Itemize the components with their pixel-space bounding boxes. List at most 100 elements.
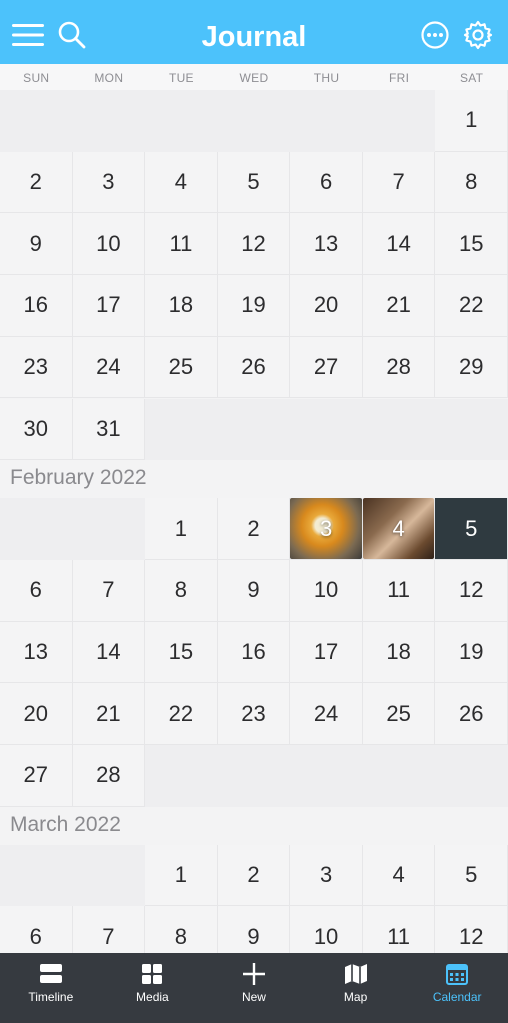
calendar-day[interactable]: 11	[145, 213, 218, 276]
calendar-day[interactable]: 7	[72, 906, 146, 953]
day-number: 3	[319, 862, 333, 888]
calendar-day[interactable]: 13	[290, 213, 363, 276]
day-number: 25	[168, 354, 194, 380]
calendar-day[interactable]: 19	[217, 275, 291, 337]
calendar-day[interactable]: 4	[362, 844, 436, 907]
calendar-grid: 1 2 3 4 5 6 7 8 9 10 11 12 13 14 15 16 17 18 19 20 21 22 23 24 2…	[0, 90, 508, 953]
calendar-day[interactable]: 5	[435, 844, 508, 907]
calendar-day[interactable]: 12	[435, 559, 508, 622]
calendar-day[interactable]: 25	[145, 336, 218, 399]
tab-map[interactable]: Map	[305, 953, 407, 1023]
calendar-day[interactable]: 15	[145, 621, 218, 684]
calendar-day[interactable]: 6	[0, 906, 73, 953]
tab-new[interactable]: New	[203, 953, 305, 1023]
day-number: 9	[247, 577, 260, 603]
calendar-day[interactable]: 2	[217, 498, 291, 560]
calendar-day[interactable]: 19	[435, 621, 508, 684]
day-number: 24	[313, 700, 339, 726]
calendar-empty-cell	[72, 498, 146, 560]
tab-label: Timeline	[28, 990, 74, 1004]
calendar-day[interactable]: 23	[217, 683, 291, 745]
calendar-day[interactable]: 9	[217, 906, 291, 953]
calendar-day-selected[interactable]: 5	[435, 498, 508, 560]
calendar-day[interactable]: 21	[362, 275, 436, 337]
calendar-day[interactable]: 10	[72, 213, 146, 276]
calendar-day[interactable]: 27	[290, 336, 363, 399]
calendar-day[interactable]: 23	[0, 336, 73, 399]
day-number: 20	[23, 700, 49, 726]
calendar-day[interactable]: 8	[145, 559, 218, 622]
calendar-day[interactable]: 2	[217, 844, 291, 907]
day-number: 11	[387, 923, 411, 949]
calendar-day-with-photo[interactable]: 4	[362, 498, 436, 560]
day-number: 28	[96, 762, 121, 788]
calendar-day[interactable]: 21	[72, 683, 146, 745]
calendar-day[interactable]: 20	[0, 683, 73, 745]
day-number: 24	[96, 354, 121, 380]
tab-media[interactable]: Media	[102, 953, 204, 1023]
calendar-day[interactable]: 7	[362, 151, 436, 214]
calendar-day[interactable]: 2	[0, 151, 73, 214]
tab-calendar[interactable]: Calendar	[406, 953, 508, 1023]
calendar-day[interactable]: 24	[72, 336, 146, 399]
calendar-day[interactable]: 10	[290, 906, 363, 953]
settings-icon[interactable]	[460, 17, 496, 53]
calendar-day[interactable]: 31	[72, 398, 146, 461]
calendar-day[interactable]: 12	[435, 906, 508, 953]
calendar-day[interactable]: 29	[435, 336, 508, 399]
day-number: 10	[96, 230, 121, 256]
calendar-day[interactable]: 13	[0, 621, 73, 684]
calendar-day[interactable]: 8	[435, 151, 508, 214]
calendar-day[interactable]: 22	[145, 683, 218, 745]
calendar-day[interactable]: 12	[217, 213, 291, 276]
calendar-day[interactable]: 10	[290, 559, 363, 622]
calendar-day[interactable]: 6	[290, 151, 363, 214]
calendar-day[interactable]: 16	[217, 621, 291, 684]
calendar-day[interactable]: 1	[435, 90, 508, 152]
calendar-day[interactable]: 26	[435, 683, 508, 745]
calendar-day[interactable]: 1	[145, 844, 218, 907]
calendar-empty-cell	[290, 398, 363, 461]
calendar-day[interactable]: 27	[0, 745, 73, 807]
more-icon[interactable]	[417, 17, 453, 53]
calendar-day[interactable]: 22	[435, 275, 508, 337]
calendar-day[interactable]: 14	[72, 621, 146, 684]
calendar-day[interactable]: 9	[0, 213, 73, 276]
calendar-day[interactable]: 8	[145, 906, 218, 953]
day-number: 14	[386, 230, 411, 256]
calendar-day[interactable]: 3	[290, 844, 363, 907]
calendar-day[interactable]: 7	[72, 559, 146, 622]
calendar-day[interactable]: 25	[362, 683, 436, 745]
calendar-day[interactable]: 5	[217, 151, 291, 214]
calendar-day[interactable]: 11	[362, 559, 436, 622]
calendar-day[interactable]: 11	[362, 906, 436, 953]
day-number: 9	[247, 923, 260, 949]
tab-timeline[interactable]: Timeline	[0, 953, 102, 1023]
calendar-day[interactable]: 15	[435, 213, 508, 276]
calendar-day[interactable]: 14	[362, 213, 436, 276]
calendar-day[interactable]: 20	[290, 275, 363, 337]
calendar-day[interactable]: 6	[0, 559, 73, 622]
calendar-day[interactable]: 9	[217, 559, 291, 622]
calendar-day[interactable]: 18	[145, 275, 218, 337]
calendar-day[interactable]: 16	[0, 275, 73, 337]
day-number: 1	[465, 107, 478, 133]
calendar-day[interactable]: 30	[0, 398, 73, 461]
calendar-day[interactable]: 17	[290, 621, 363, 684]
media-grid-icon	[141, 962, 163, 986]
calendar-day-with-photo[interactable]: 3	[290, 498, 363, 560]
calendar-day[interactable]: 18	[362, 621, 436, 684]
calendar-day[interactable]: 26	[217, 336, 291, 399]
day-number: 29	[458, 354, 484, 380]
day-number: 31	[96, 415, 121, 441]
calendar-day[interactable]: 28	[72, 745, 146, 807]
calendar-day[interactable]: 3	[72, 151, 146, 214]
calendar-day[interactable]: 17	[72, 275, 146, 337]
day-number: 17	[313, 638, 339, 664]
tab-bar: Timeline Media New Map Calendar	[0, 953, 508, 1023]
calendar-day[interactable]: 28	[362, 336, 436, 399]
calendar-scroll[interactable]: 1 2 3 4 5 6 7 8 9 10 11 12 13 14 15 16 17 18 19 20 21 22 23 24 2…	[0, 90, 508, 953]
calendar-day[interactable]: 4	[145, 151, 218, 214]
calendar-day[interactable]: 1	[145, 498, 218, 560]
calendar-day[interactable]: 24	[290, 683, 363, 745]
